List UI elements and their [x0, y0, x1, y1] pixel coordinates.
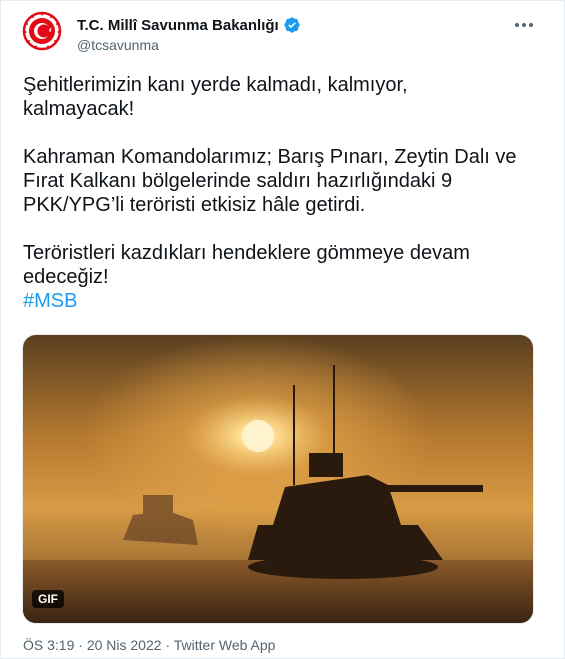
gif-badge: GIF — [32, 590, 64, 608]
hashtag-link[interactable]: #MSB — [23, 289, 543, 313]
author-name-row[interactable]: T.C. Millî Savunma Bakanlığı — [77, 16, 301, 34]
tweet-line: kalmayacak! — [23, 98, 135, 120]
tweet-line: edeceğiz! — [23, 266, 109, 288]
tweet-text: Şehitlerimizin kanı yerde kalmadı, kalmı… — [23, 73, 543, 313]
tweet-source-link[interactable]: Twitter Web App — [174, 637, 276, 653]
author-handle[interactable]: @tcsavunma — [77, 37, 159, 53]
tweet-metadata: ÖS 3:19 · 20 Nis 2022 · Twitter Web App — [23, 637, 275, 653]
tank-sunset-image — [23, 335, 533, 623]
tweet-line: Şehitlerimizin kanı yerde kalmadı, kalmı… — [23, 74, 408, 96]
avatar[interactable] — [22, 11, 62, 51]
verified-badge-icon — [283, 16, 301, 34]
more-options-icon[interactable] — [512, 15, 536, 35]
tweet-timestamp-link[interactable]: ÖS 3:19 · 20 Nis 2022 — [23, 637, 165, 653]
meta-separator: · — [78, 637, 83, 653]
tweet-date: 20 Nis 2022 — [86, 637, 162, 653]
meta-separator: · — [165, 637, 171, 653]
tweet-line: Fırat Kalkanı bölgelerinde saldırı hazır… — [23, 170, 453, 192]
tweet-media-gif[interactable]: GIF — [22, 334, 534, 624]
tweet-line: Kahraman Komandolarımız; Barış Pınarı, Z… — [23, 146, 517, 168]
author-display-name[interactable]: T.C. Millî Savunma Bakanlığı — [77, 17, 279, 34]
ministry-emblem-icon — [22, 11, 62, 51]
tweet-line: Teröristleri kazdıkları hendeklere gömme… — [23, 242, 470, 264]
tweet-line: PKK/YPG’li teröristi etkisiz hâle getird… — [23, 194, 366, 216]
tweet-card: T.C. Millî Savunma Bakanlığı @tcsavunma … — [0, 0, 565, 659]
tweet-time: ÖS 3:19 — [23, 637, 75, 653]
